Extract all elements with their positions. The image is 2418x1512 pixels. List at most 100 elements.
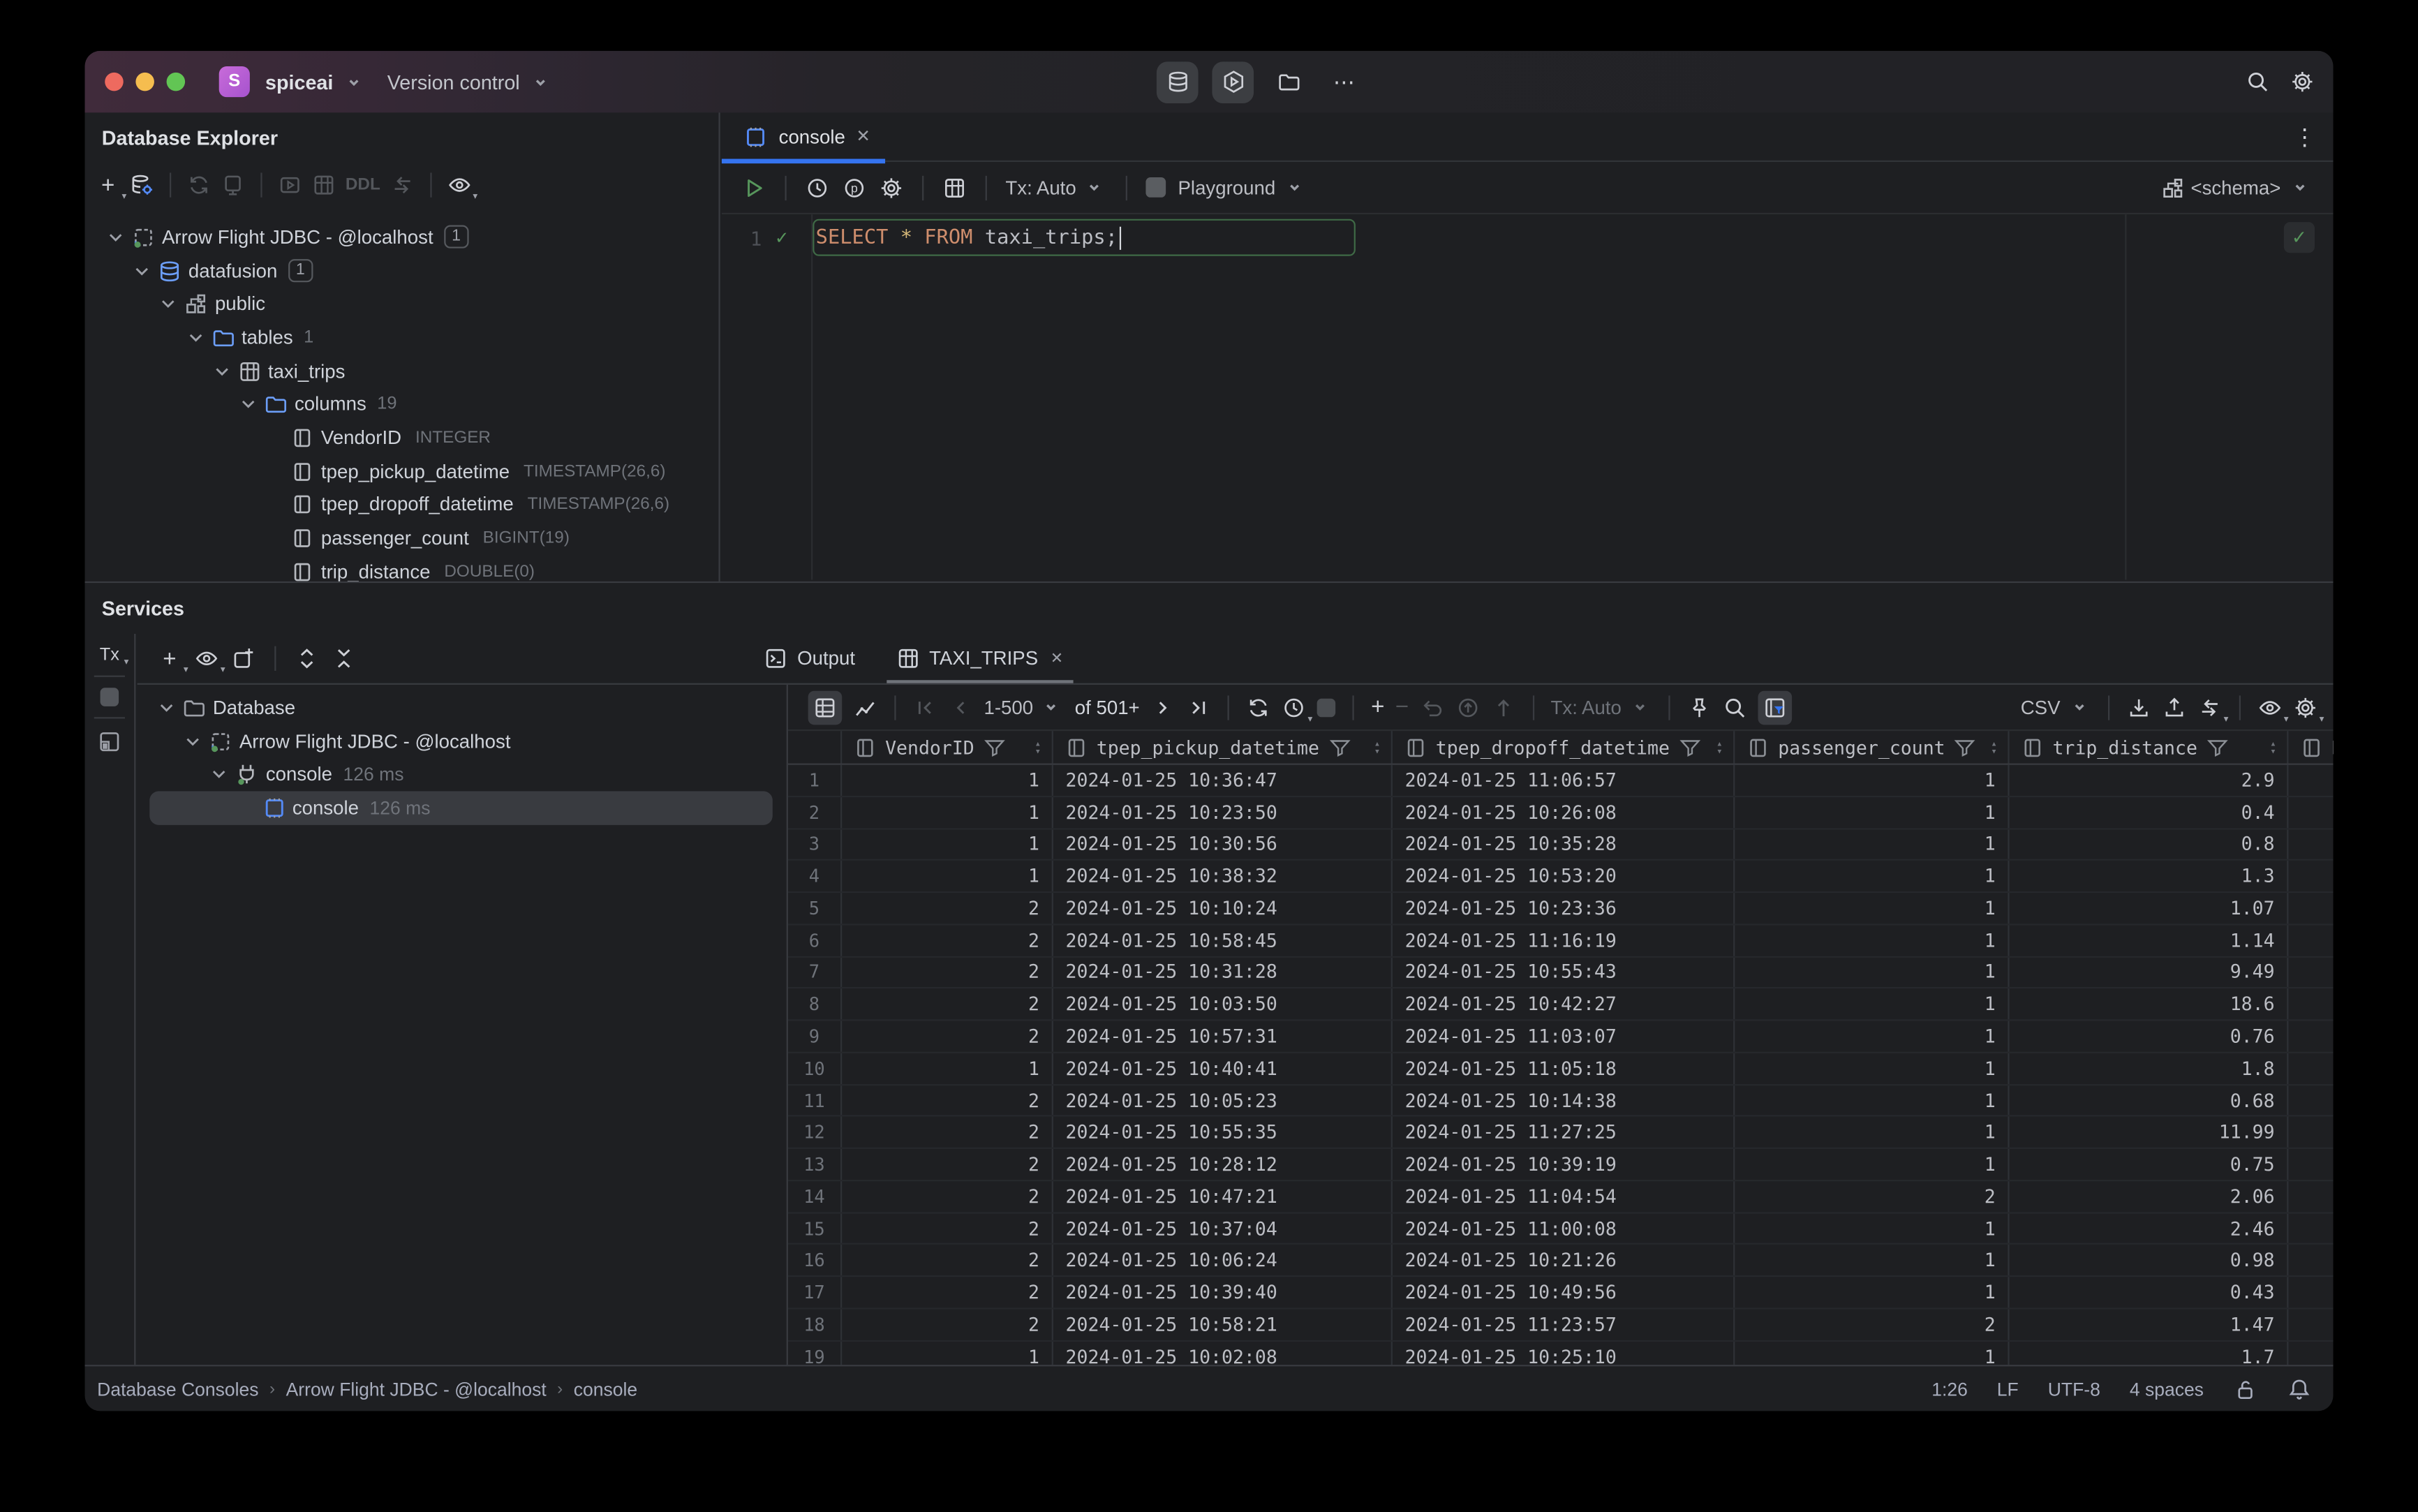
expand-all-button[interactable]: [295, 646, 319, 671]
export-format-select[interactable]: CSV: [2021, 695, 2091, 719]
close-window-button[interactable]: [105, 72, 124, 91]
next-page-button[interactable]: [1150, 695, 1175, 719]
row-number[interactable]: 11: [788, 1085, 843, 1116]
export-data-button[interactable]: [2126, 695, 2151, 719]
table-cell[interactable]: 1: [842, 861, 1053, 892]
version-control-menu[interactable]: Version control: [387, 69, 552, 94]
table-cell[interactable]: 2.9: [2010, 764, 2289, 796]
table-cell[interactable]: 0.4: [2010, 796, 2289, 828]
tree-item-arrow-flight-jdbc-localhost[interactable]: Arrow Flight JDBC - @localhost 1: [85, 221, 719, 254]
restore-layout-button[interactable]: [97, 729, 121, 754]
browse-tables-button[interactable]: [942, 175, 967, 200]
table-cell[interactable]: 2024-01-25 10:39:19: [1393, 1149, 1735, 1180]
run-services-button[interactable]: [1212, 61, 1254, 103]
editor-options-kebab[interactable]: ⋮: [2293, 123, 2317, 151]
parameters-button[interactable]: p: [842, 175, 866, 200]
table-cell[interactable]: 1: [1735, 1245, 2010, 1276]
table-cell[interactable]: 2024-01-25 10:42:27: [1393, 988, 1735, 1020]
table-cell[interactable]: 2024-01-25 10:36:47: [1053, 764, 1393, 796]
table-cell[interactable]: 2024-01-25 10:58:21: [1053, 1309, 1393, 1340]
sort-toggle-icon[interactable]: ▴ ▾: [1991, 739, 1997, 755]
sort-toggle-icon[interactable]: ▴ ▾: [1035, 739, 1041, 755]
table-cell[interactable]: 2024-01-25 10:23:36: [1393, 893, 1735, 924]
table-cell[interactable]: 1.3: [2010, 861, 2289, 892]
notifications-bell-icon[interactable]: [2287, 1377, 2311, 1401]
table-row[interactable]: 6 2 2024-01-25 10:58:45 2024-01-25 11:16:19…: [787, 925, 2334, 958]
table-row[interactable]: 1 1 2024-01-25 10:36:47 2024-01-25 11:06:57…: [787, 764, 2334, 797]
close-icon[interactable]: ✕: [856, 126, 870, 147]
table-cell[interactable]: 2024-01-25 10:21:26: [1393, 1245, 1735, 1276]
column-header-rate[interactable]: Rate: [2288, 731, 2334, 763]
revert-button[interactable]: [1455, 695, 1480, 719]
table-cell[interactable]: 0.68: [2010, 1085, 2289, 1116]
table-cell[interactable]: 0.8: [2010, 829, 2289, 860]
row-number[interactable]: 18: [788, 1309, 843, 1340]
table-cell[interactable]: [2288, 1021, 2333, 1052]
jump-to-query-console-button[interactable]: [278, 172, 302, 197]
table-cell[interactable]: 2024-01-25 10:55:43: [1393, 957, 1735, 988]
row-number[interactable]: 1: [788, 764, 843, 796]
data-source-properties-button[interactable]: [130, 172, 154, 197]
tab-console[interactable]: console ✕: [721, 112, 886, 163]
tree-item-passenger-count[interactable]: passenger_count BIGINT(19): [85, 521, 719, 555]
tx-toggle-button[interactable]: Tx: [100, 646, 128, 668]
line-separator[interactable]: LF: [1997, 1378, 2019, 1400]
table-cell[interactable]: 2: [842, 1021, 1053, 1052]
table-cell[interactable]: 2024-01-25 11:16:19: [1393, 925, 1735, 956]
table-cell[interactable]: 2024-01-25 10:53:20: [1393, 861, 1735, 892]
row-number[interactable]: 3: [788, 829, 843, 860]
submit-button[interactable]: [1490, 695, 1515, 719]
row-number[interactable]: 10: [788, 1053, 843, 1084]
sort-toggle-icon[interactable]: ▴ ▾: [1716, 739, 1723, 755]
grid-settings-button[interactable]: [2293, 695, 2324, 724]
table-cell[interactable]: [2288, 1277, 2333, 1308]
table-cell[interactable]: 2024-01-25 10:28:12: [1053, 1149, 1393, 1180]
tree-item-columns[interactable]: columns 19: [85, 387, 719, 421]
table-cell[interactable]: [2288, 765, 2333, 796]
row-number[interactable]: 17: [788, 1277, 843, 1308]
tab-taxi-trips[interactable]: TAXI_TRIPS ✕: [886, 634, 1073, 683]
stop-button[interactable]: [1145, 177, 1166, 198]
table-cell[interactable]: [2288, 893, 2333, 924]
tree-item-arrow-flight-jdbc-localhost[interactable]: Arrow Flight JDBC - @localhost: [135, 725, 786, 758]
table-cell[interactable]: 2024-01-25 10:40:41: [1053, 1053, 1393, 1084]
table-cell[interactable]: 2024-01-25 10:02:08: [1053, 1341, 1393, 1365]
filter-funnel-icon[interactable]: [2205, 735, 2230, 759]
table-cell[interactable]: 2024-01-25 11:04:54: [1393, 1181, 1735, 1212]
stop-process-button[interactable]: [100, 688, 119, 706]
chevron-down-icon[interactable]: [181, 729, 205, 753]
more-tool-windows-button[interactable]: ⋯: [1323, 61, 1365, 103]
table-cell[interactable]: 2: [1735, 1309, 2010, 1340]
tree-item-vendorid[interactable]: VendorID INTEGER: [85, 421, 719, 454]
new-query-console-button[interactable]: [231, 646, 255, 671]
column-header-tpep_dropoff_datetime[interactable]: tpep_dropoff_datetime ▴ ▾: [1393, 731, 1735, 764]
row-number[interactable]: 2: [788, 796, 843, 828]
table-cell[interactable]: 2024-01-25 11:27:25: [1393, 1117, 1735, 1148]
table-cell[interactable]: 2: [842, 925, 1053, 956]
tree-item-public[interactable]: public: [85, 288, 719, 321]
table-cell[interactable]: 1: [1735, 893, 2010, 924]
table-cell[interactable]: [2288, 797, 2333, 828]
table-cell[interactable]: 1: [1735, 1149, 2010, 1180]
schema-select[interactable]: <schema>: [2160, 175, 2311, 200]
previous-page-button[interactable]: [949, 695, 973, 719]
table-cell[interactable]: 1: [1735, 1085, 2010, 1116]
project-menu[interactable]: spiceai: [265, 69, 366, 94]
table-cell[interactable]: [2288, 989, 2333, 1020]
table-cell[interactable]: 2: [842, 1149, 1053, 1180]
undo-button[interactable]: [1420, 695, 1444, 719]
table-cell[interactable]: [2288, 1117, 2333, 1148]
tree-item-datafusion[interactable]: datafusion 1: [85, 254, 719, 288]
project-icon[interactable]: S: [218, 66, 250, 98]
table-cell[interactable]: 1: [1735, 1213, 2010, 1244]
table-cell[interactable]: [2288, 1310, 2333, 1340]
table-row[interactable]: 16 2 2024-01-25 10:06:24 2024-01-25 10:21:2…: [787, 1245, 2334, 1277]
table-cell[interactable]: 2: [842, 957, 1053, 988]
row-number[interactable]: 19: [788, 1341, 843, 1365]
table-cell[interactable]: 1: [1735, 796, 2010, 828]
add-data-source-button[interactable]: +: [96, 172, 126, 202]
table-cell[interactable]: 2024-01-25 10:10:24: [1053, 893, 1393, 924]
table-cell[interactable]: 2024-01-25 10:14:38: [1393, 1085, 1735, 1116]
table-cell[interactable]: 0.76: [2010, 1021, 2289, 1052]
table-cell[interactable]: 1: [1735, 829, 2010, 860]
